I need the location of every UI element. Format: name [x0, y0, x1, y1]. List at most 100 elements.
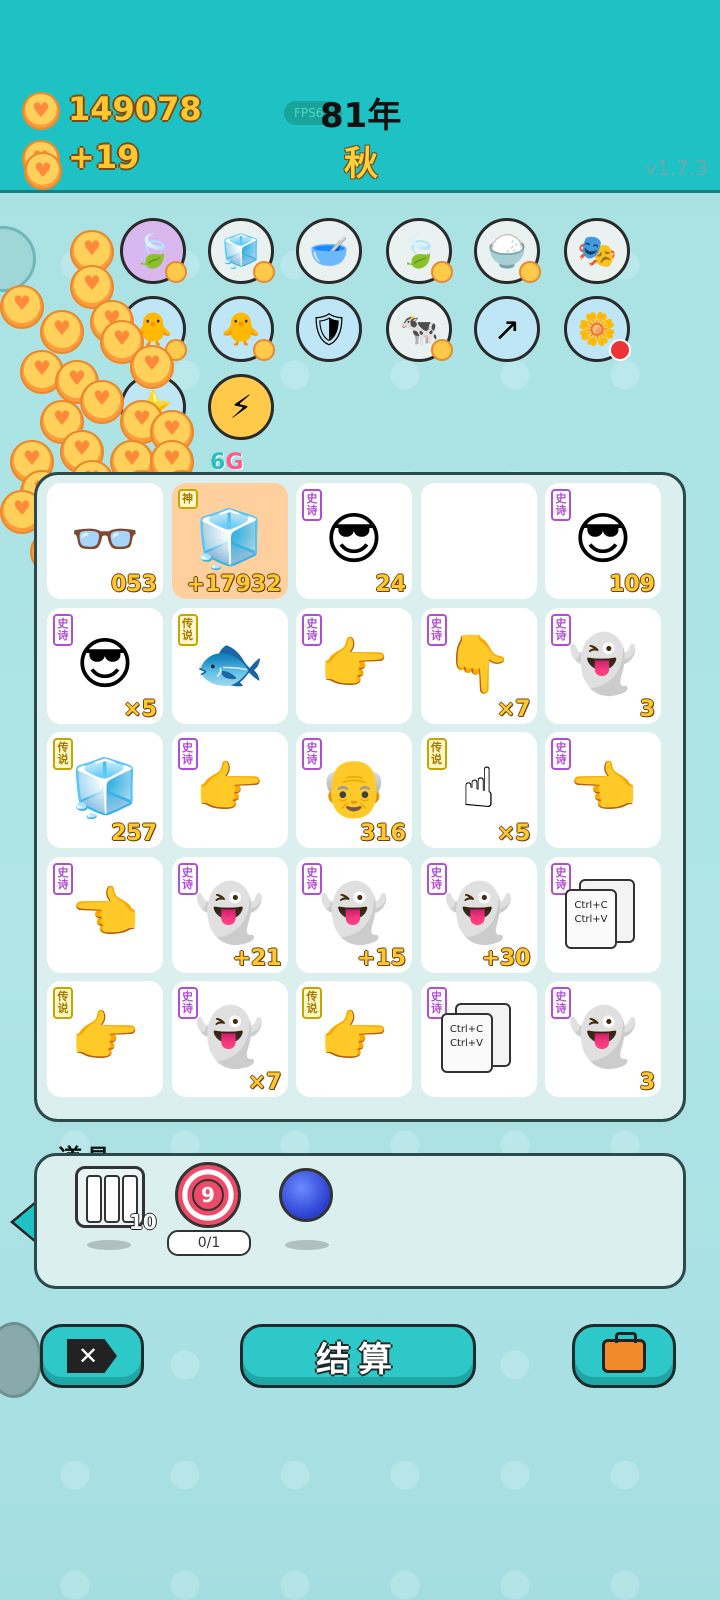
board-cell[interactable]: 传说 ☝ ×5 — [420, 732, 537, 848]
target-number: 9 — [192, 1179, 224, 1211]
unit-icon: 😎 — [573, 507, 633, 572]
unit-icon: 👉 — [319, 631, 389, 697]
merge-board: 👓 053 神 🧊 +17932 史诗 😎 24 史诗 😎 109 史诗 😎 ×5 传说 🐟 史诗 👉 史诗 👇 ×7 史… — [34, 472, 686, 1122]
board-cell[interactable]: 史诗 👴 316 — [296, 732, 412, 848]
board-cell[interactable]: 传说 🐟 — [171, 607, 288, 724]
coin-icon — [24, 152, 62, 190]
board-cell[interactable]: 史诗 👉 — [171, 732, 288, 848]
badge-icon — [253, 261, 275, 283]
unit-icon: 🧊 — [70, 756, 140, 821]
badge-icon — [609, 339, 631, 361]
unit-icon: 😎 — [75, 631, 135, 697]
cell-count: 316 — [360, 821, 406, 846]
board-cell[interactable]: 史诗 👻 3 — [545, 607, 661, 724]
cell-count: 3 — [639, 1070, 655, 1095]
cell-count: ×7 — [496, 696, 531, 722]
unit-icon: 👻 — [568, 631, 638, 697]
unit-icon: 👓 — [70, 507, 140, 572]
board-cell[interactable]: 史诗 Ctrl+C Ctrl+V — [420, 981, 537, 1097]
unit-icon: 👉 — [70, 1005, 140, 1070]
dog-bowl-skill-icon: 🥣 — [309, 232, 349, 270]
board-cell[interactable]: 史诗 😎 24 — [296, 483, 412, 599]
unit-icon: 👴 — [319, 756, 389, 821]
cell-count: 053 — [111, 572, 157, 597]
cell-count: ×7 — [247, 1070, 282, 1095]
coin-icon — [130, 345, 174, 389]
bag-button[interactable] — [572, 1324, 676, 1388]
board-cell[interactable]: 史诗 👻 +21 — [171, 856, 288, 973]
upgrade-skill[interactable]: ↗ — [474, 296, 540, 362]
unit-icon: 👈 — [568, 756, 638, 821]
flower-skill[interactable]: 🌼 — [564, 296, 631, 362]
badge-icon — [431, 339, 453, 361]
unit-icon: ☝ — [461, 756, 496, 821]
board-cell[interactable]: 传说 👉 — [296, 981, 412, 1097]
unit-icon: 👻 — [194, 1005, 265, 1070]
unit-icon: 😎 — [324, 507, 384, 572]
board-cell[interactable]: 传说 🧊 257 — [47, 732, 163, 848]
cell-count: +21 — [232, 945, 282, 971]
board-cell[interactable]: 史诗 👉 — [296, 607, 412, 724]
season-label: 秋 — [344, 144, 378, 184]
dog-bowl-skill[interactable]: 🥣 — [296, 218, 362, 284]
badge-icon — [519, 261, 541, 283]
settle-label: 结算 — [316, 1339, 400, 1380]
leaf-skill-2[interactable]: 🍃 — [386, 218, 453, 284]
board-cell[interactable] — [420, 483, 537, 599]
cell-count: +15 — [356, 945, 406, 971]
shield-skill-icon: 🛡 — [308, 310, 350, 348]
cell-count: 109 — [609, 572, 655, 597]
coin-total: 149078 — [68, 90, 202, 128]
version-label: v1.7.3 — [645, 156, 708, 180]
board-cell[interactable]: 👓 053 — [47, 483, 163, 599]
board-cell[interactable]: 传说 👉 — [47, 981, 163, 1097]
target-progress: 0/1 — [167, 1230, 251, 1256]
item-shadow — [285, 1240, 329, 1250]
ctrl-v-label: Ctrl+V — [574, 913, 608, 925]
copy-paste-icon: Ctrl+C Ctrl+V — [440, 1003, 511, 1075]
unit-icon: 👻 — [443, 880, 514, 946]
coin-icon — [0, 285, 44, 329]
cage-count: 10 — [129, 1210, 157, 1234]
copy-paste-icon: Ctrl+C Ctrl+V — [565, 878, 635, 951]
unit-icon: 👻 — [568, 1005, 638, 1070]
board-cell[interactable]: 神 🧊 +17932 — [171, 483, 288, 599]
leaf-skill[interactable]: 🍃 — [120, 218, 187, 284]
blueberry-item[interactable] — [279, 1168, 333, 1222]
board-cell[interactable]: 史诗 😎 109 — [545, 483, 661, 599]
unit-icon: 👻 — [319, 880, 389, 946]
cell-count: +17932 — [186, 572, 282, 597]
ctrl-c-label: Ctrl+C — [574, 899, 608, 911]
cell-count: 3 — [639, 696, 655, 722]
unit-icon: 🧊 — [194, 507, 265, 572]
target-item[interactable]: 9 — [175, 1162, 241, 1228]
board-cell[interactable]: 史诗 Ctrl+C Ctrl+V — [545, 856, 661, 973]
board-cell[interactable]: 史诗 👈 — [545, 732, 661, 848]
lightning-skill[interactable]: ⚡ — [208, 374, 274, 440]
board-cell[interactable]: 史诗 👇 ×7 — [420, 607, 537, 724]
cell-count: ×5 — [496, 821, 531, 846]
tofu-skill[interactable]: 🧊 — [208, 218, 275, 284]
item-shadow — [87, 1240, 131, 1250]
coin-icon — [40, 310, 84, 354]
ctrl-c-label: Ctrl+C — [449, 1024, 484, 1035]
board-cell[interactable]: 史诗 👻 ×7 — [171, 981, 288, 1097]
lightning-skill-icon: ⚡ — [229, 388, 253, 426]
mask-skill-icon: 🎭 — [577, 232, 617, 270]
board-cell[interactable]: 史诗 👈 — [47, 856, 163, 973]
board-cell[interactable]: 史诗 👻 +15 — [296, 856, 412, 973]
items-panel: 10 9 0/1 — [34, 1153, 686, 1289]
board-cell[interactable]: 史诗 😎 ×5 — [47, 607, 163, 724]
ctrl-v-label: Ctrl+V — [449, 1038, 483, 1049]
board-cell[interactable]: 史诗 👻 +30 — [420, 856, 537, 973]
settle-button[interactable]: 结算 — [240, 1324, 476, 1388]
close-button[interactable]: ✕ — [40, 1324, 144, 1388]
rice-skill[interactable]: 🍚 — [474, 218, 541, 284]
mask-skill[interactable]: 🎭 — [564, 218, 630, 284]
shield-skill[interactable]: 🛡 — [296, 296, 362, 362]
cow-skill[interactable]: 🐄 — [386, 296, 453, 362]
board-cell[interactable]: 史诗 👻 3 — [545, 981, 661, 1097]
upgrade-skill-icon: ↗ — [493, 310, 521, 348]
cell-count: 257 — [111, 821, 157, 846]
chick-skill-2[interactable]: 🐥 — [208, 296, 275, 362]
